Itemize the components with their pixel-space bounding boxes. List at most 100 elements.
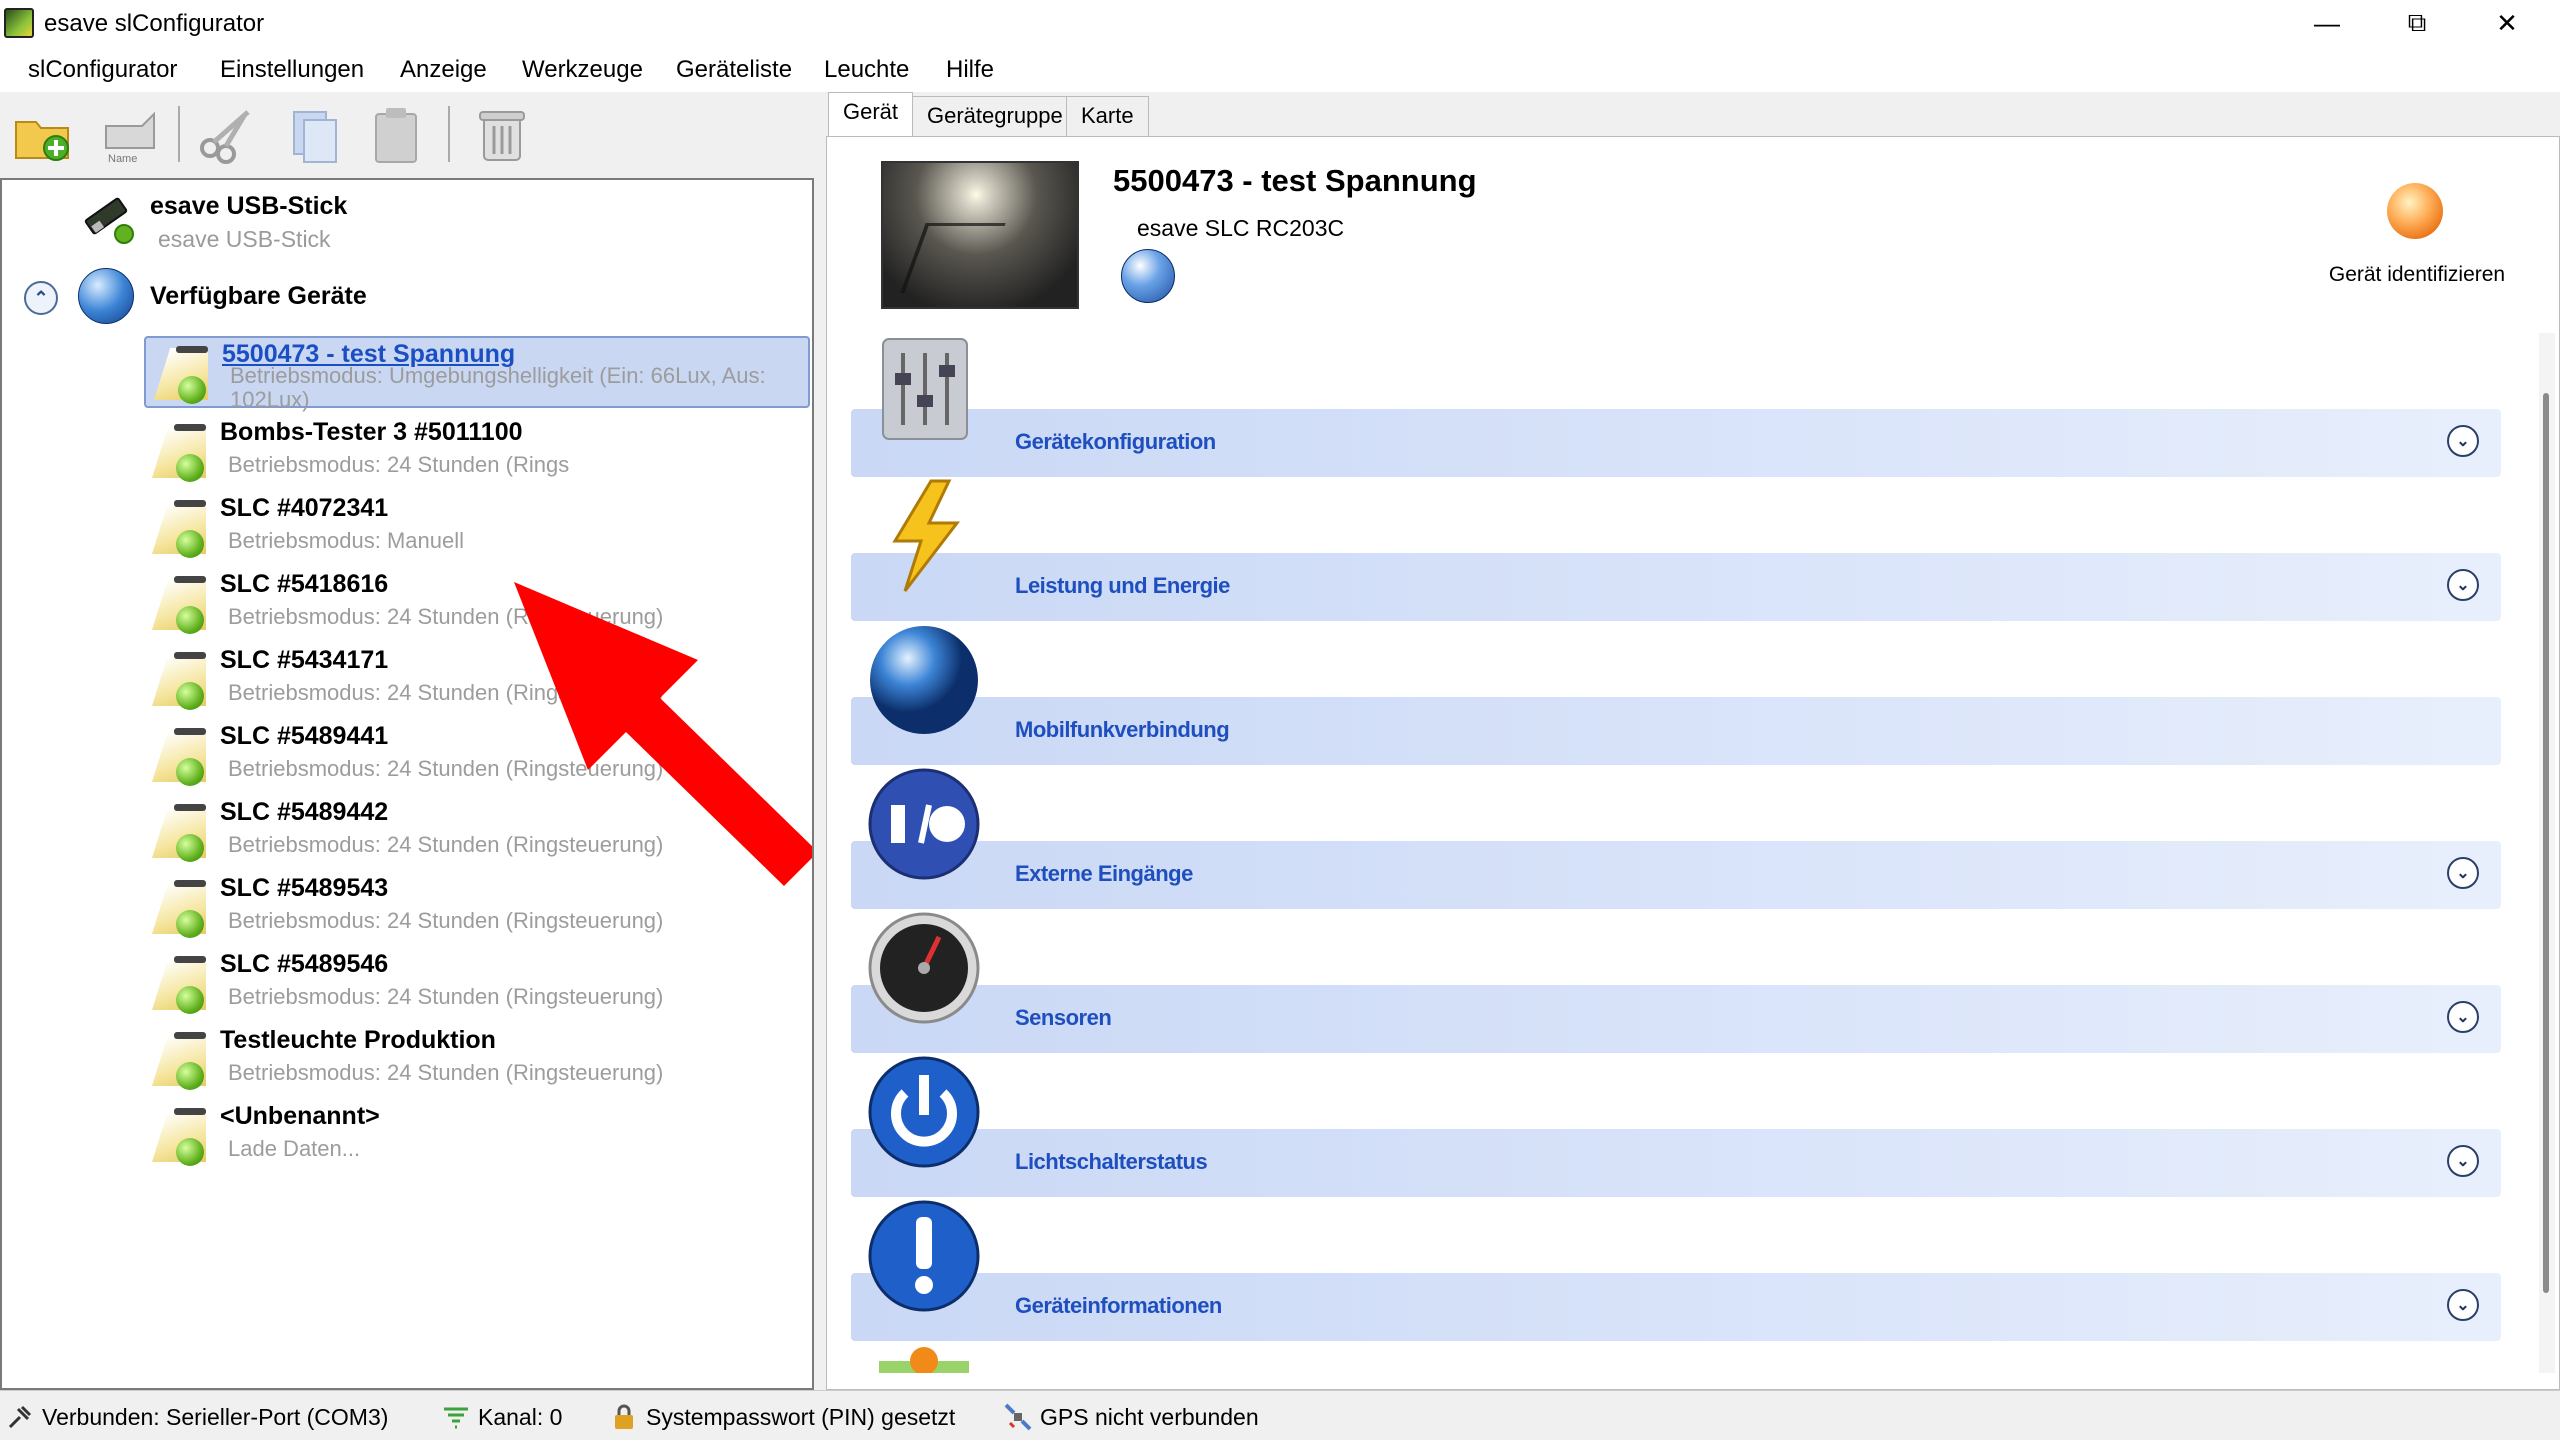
identify-device-button[interactable]: Gerät identifizieren [2327,263,2507,287]
street-lamp-icon [144,650,208,710]
usb-stick-icon [80,196,136,244]
street-lamp-icon [144,1030,208,1090]
globe-icon [78,268,134,324]
scissors-icon [200,110,250,164]
section-lichtschalterstatus[interactable]: Lichtschalterstatus ⌄ [851,1053,2511,1197]
network-globe-icon [1121,249,1175,303]
device-item[interactable]: Testleuchte Produktion Betriebsmodus: 24… [144,1024,810,1096]
vertical-scrollbar[interactable] [2539,333,2555,1373]
section-mobilfunkverbindung[interactable]: Mobilfunkverbindung [851,621,2511,765]
device-subtitle: Betriebsmodus: Umgebungshelligkeit (Ein:… [230,363,766,412]
usb-stick-title[interactable]: esave USB-Stick [150,192,347,221]
device-title: Testleuchte Produktion [220,1026,496,1054]
rename-icon: Name [105,111,155,165]
usb-stick-subtitle: esave USB-Stick [158,226,331,252]
menu-leuchte[interactable]: Leuchte [824,56,909,84]
device-subtitle: Betriebsmodus: 24 Stunden (Ringsteuerung… [228,984,664,1009]
device-title: Bombs-Tester 3 #5011100 [220,418,523,446]
status-gps: GPS nicht verbunden [1004,1403,1259,1431]
gauge-icon [868,912,980,1024]
street-lamp-icon [146,344,210,404]
device-item[interactable]: Bombs-Tester 3 #5011100 Betriebsmodus: 2… [144,416,810,488]
menu-einstellungen[interactable]: Einstellungen [220,56,364,84]
menu-anzeige[interactable]: Anzeige [400,56,487,84]
svg-text:Name: Name [108,153,137,164]
menu-geraeteliste[interactable]: Geräteliste [676,56,792,84]
status-bar: Verbunden: Serieller-Port (COM3) Kanal: … [0,1390,2560,1440]
section-externe-eingaenge[interactable]: Externe Eingänge ⌄ [851,765,2511,909]
status-gps-text: GPS nicht verbunden [1040,1403,1259,1430]
menu-bar: slConfigurator Einstellungen Anzeige Wer… [0,48,2560,92]
status-password-text: Systempasswort (PIN) gesetzt [646,1403,956,1430]
street-lamp-icon [144,574,208,634]
chevron-down-icon[interactable]: ⌄ [2447,569,2479,601]
section-list: Gerätekonfiguration ⌄ Leistung und Energ… [851,333,2525,1373]
minimize-button[interactable]: — [2282,0,2372,46]
device-title: SLC #5489442 [220,798,389,826]
menu-hilfe[interactable]: Hilfe [946,56,994,84]
tab-geraet[interactable]: Gerät [828,92,914,136]
folder-add-icon [15,121,69,161]
map-icon [879,1347,969,1373]
section-map-partial [851,1341,2511,1373]
device-subtitle: Betriebsmodus: Manuell [228,528,465,553]
paste-button[interactable] [366,104,426,164]
section-label: Externe Eingänge [1015,861,1193,886]
chevron-down-icon[interactable]: ⌄ [2447,1001,2479,1033]
device-item[interactable]: 5500473 - test Spannung Betriebsmodus: U… [144,336,810,412]
add-device-button[interactable] [12,104,72,164]
device-item[interactable]: <Unbenannt> Lade Daten... [144,1100,810,1172]
device-subtitle: Betriebsmodus: 24 Stunden (Ringsteuerung… [228,1060,664,1085]
street-lamp-icon [144,422,208,482]
device-subtitle: Lade Daten... [228,1136,361,1161]
cut-button[interactable] [196,104,256,164]
section-label: Mobilfunkverbindung [1015,717,1230,742]
section-label: Lichtschalterstatus [1015,1149,1208,1174]
chevron-down-icon[interactable]: ⌄ [2447,1145,2479,1177]
device-tree: esave USB-Stick esave USB-Stick ⌃ Verfüg… [0,178,814,1390]
close-button[interactable]: ✕ [2462,0,2552,46]
status-password: Systempasswort (PIN) gesetzt [610,1403,955,1431]
chevron-down-icon[interactable]: ⌄ [2447,425,2479,457]
tab-karte[interactable]: Karte [1066,96,1149,136]
status-channel-text: Kanal: 0 [478,1403,563,1430]
available-devices-title[interactable]: Verfügbare Geräte [150,282,367,311]
scroll-thumb[interactable] [2543,393,2549,1293]
menu-werkzeuge[interactable]: Werkzeuge [522,56,643,84]
menu-slconfigurator[interactable]: slConfigurator [28,56,177,84]
signal-icon [444,1407,468,1429]
status-connection: Verbunden: Serieller-Port (COM3) [6,1403,388,1431]
annotation-arrow [514,582,812,886]
device-item[interactable]: SLC #5489546 Betriebsmodus: 24 Stunden (… [144,948,810,1020]
window-title: esave slConfigurator [44,10,265,37]
restore-button[interactable]: ⧉ [2372,0,2462,46]
street-lamp-icon [144,498,208,558]
street-lamp-icon [144,802,208,862]
section-sensoren[interactable]: Sensoren ⌄ [851,909,2511,1053]
collapse-icon[interactable]: ⌃ [24,281,58,315]
lightning-icon [892,479,961,592]
device-subtitle: Betriebsmodus: 24 Stunden (Ringsteuerung… [228,908,664,933]
section-geraetekonfiguration[interactable]: Gerätekonfiguration ⌄ [851,333,2511,477]
device-title: SLC #5489546 [220,950,389,978]
chevron-down-icon[interactable]: ⌄ [2447,1289,2479,1321]
device-model: esave SLC RC203C [1137,215,1345,241]
lock-icon [615,1404,633,1429]
street-lamp-icon [144,1106,208,1166]
device-subtitle: Betriebsmodus: 24 Stunden (Rings [228,452,570,477]
sliders-icon [882,338,968,440]
device-item[interactable]: SLC #4072341 Betriebsmodus: Manuell [144,492,810,564]
rename-button[interactable]: Name [100,104,160,165]
status-channel: Kanal: 0 [442,1403,562,1431]
section-label: Geräteinformationen [1015,1293,1222,1318]
delete-button[interactable] [472,104,532,164]
section-leistung-und-energie[interactable]: Leistung und Energie ⌄ [851,477,2511,621]
info-icon [868,1200,980,1312]
section-geraeteinformationen[interactable]: Geräteinformationen ⌄ [851,1197,2511,1341]
bulb-icon[interactable] [2387,183,2443,239]
globe-icon [870,626,978,734]
copy-button[interactable] [284,104,344,164]
device-title: <Unbenannt> [220,1102,380,1130]
tab-geraetegruppe[interactable]: Gerätegruppe [912,96,1078,136]
chevron-down-icon[interactable]: ⌄ [2447,857,2479,889]
